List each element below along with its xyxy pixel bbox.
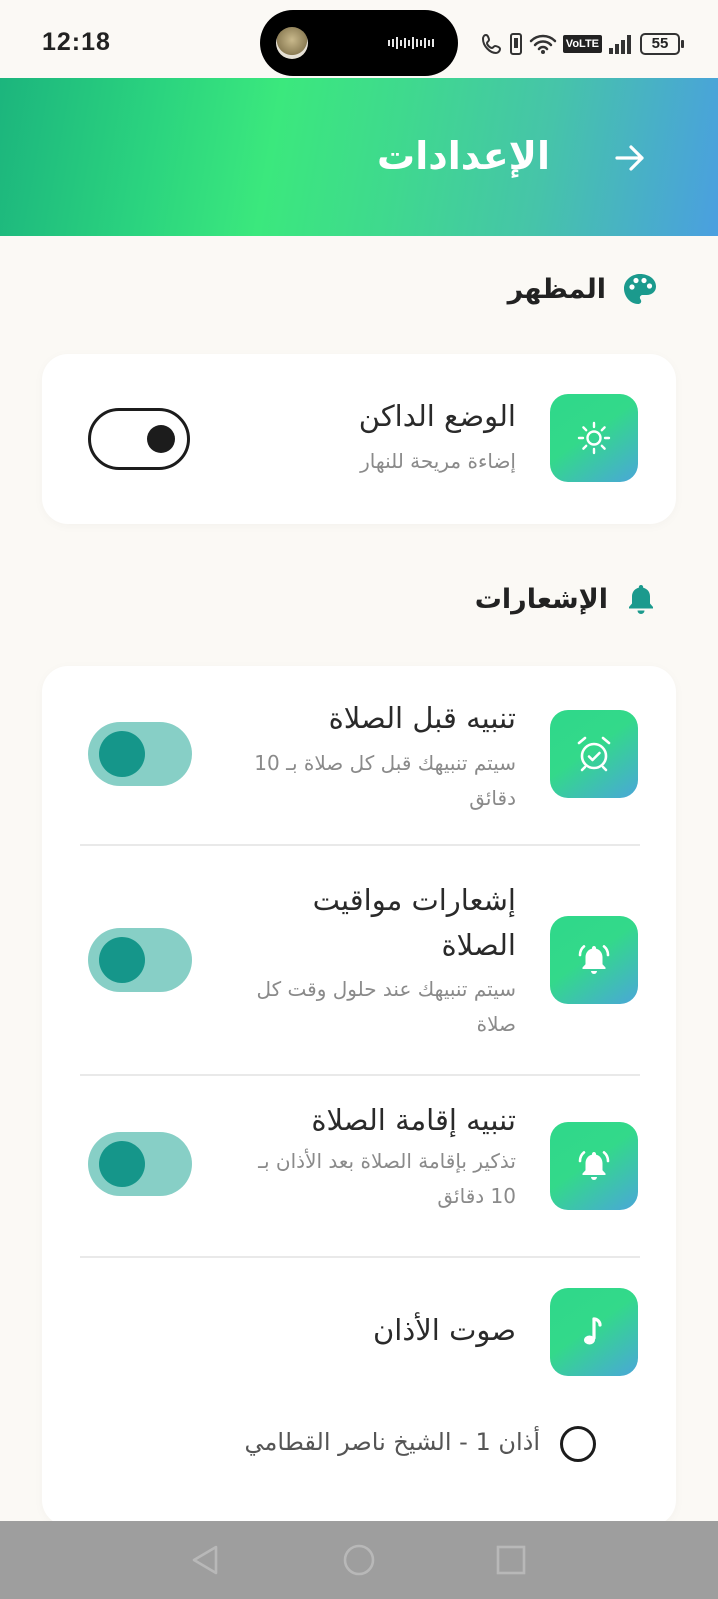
dynamic-island[interactable] xyxy=(260,10,458,76)
dark-mode-subtitle: إضاءة مريحة للنهار xyxy=(360,449,516,473)
audio-wave-icon xyxy=(388,37,434,49)
dark-mode-toggle[interactable] xyxy=(88,408,190,470)
music-note-icon xyxy=(584,1317,602,1345)
status-bar: 12:18 VoLTE 55 xyxy=(0,0,718,78)
notification-toggle[interactable] xyxy=(88,722,192,786)
dark-mode-icon-tile xyxy=(550,394,638,482)
notification-subtitle: سيتم تنبيهك قبل كل صلاة بـ 10 دقائق xyxy=(254,751,516,810)
notification-row[interactable]: تنبيه إقامة الصلاة تذكير بإقامة الصلاة ب… xyxy=(42,1076,676,1256)
appearance-card: الوضع الداكن إضاءة مريحة للنهار xyxy=(42,354,676,524)
volte-badge: VoLTE xyxy=(562,35,602,53)
call-icon xyxy=(481,33,501,55)
adhan-option-radio[interactable] xyxy=(560,1426,596,1462)
adhan-sound-title: صوت الأذان xyxy=(373,1313,516,1347)
toggle-knob xyxy=(147,425,175,453)
section-appearance: المظهر xyxy=(508,272,658,306)
media-thumbnail xyxy=(276,27,308,59)
notification-subtitle: تذكير بإقامة الصلاة بعد الأذان بـ 10 دقا… xyxy=(258,1149,516,1208)
bell-ringing-icon xyxy=(578,945,610,974)
wifi-icon xyxy=(529,34,557,54)
status-icons: VoLTE 55 xyxy=(481,30,684,58)
nav-recents-icon[interactable] xyxy=(494,1543,528,1577)
notification-title: تنبيه قبل الصلاة xyxy=(328,701,516,735)
notification-toggle[interactable] xyxy=(88,928,192,992)
arrow-right-icon xyxy=(615,145,644,171)
page-title: الإعدادات xyxy=(377,134,550,178)
bell-icon xyxy=(629,585,653,614)
dark-mode-title: الوضع الداكن xyxy=(358,399,516,433)
signal-icon xyxy=(609,35,631,54)
notification-title: تنبيه إقامة الصلاة xyxy=(311,1103,516,1137)
nav-home-icon[interactable] xyxy=(342,1543,376,1577)
notification-toggle[interactable] xyxy=(88,1132,192,1196)
toggle-knob xyxy=(99,1141,145,1187)
notification-row[interactable]: إشعارات مواقيت الصلاة سيتم تنبيهك عند حل… xyxy=(42,846,676,1074)
sun-icon xyxy=(577,421,611,455)
notification-icon-tile xyxy=(550,916,638,1004)
vibrate-icon xyxy=(509,33,522,55)
toggle-knob xyxy=(99,731,145,777)
palette-icon xyxy=(624,274,656,304)
app-header: الإعدادات xyxy=(0,78,718,236)
toggle-knob xyxy=(99,937,145,983)
notification-icon-tile xyxy=(550,1122,638,1210)
notification-subtitle: سيتم تنبيهك عند حلول وقت كل صلاة xyxy=(256,977,516,1036)
battery-indicator: 55 xyxy=(640,33,684,55)
nav-back-icon[interactable] xyxy=(188,1543,222,1577)
adhan-option-label: أذان 1 - الشيخ ناصر القطامي xyxy=(244,1428,540,1456)
status-time: 12:18 xyxy=(42,28,111,56)
alarm-check-icon xyxy=(577,736,611,772)
adhan-option[interactable]: أذان 1 - الشيخ ناصر القطامي xyxy=(42,1394,676,1494)
notifications-card: تنبيه قبل الصلاة سيتم تنبيهك قبل كل صلاة… xyxy=(42,666,676,1526)
adhan-sound-icon-tile xyxy=(550,1288,638,1376)
bell-ringing-icon xyxy=(578,1151,610,1180)
system-nav-bar xyxy=(0,1521,718,1599)
notification-icon-tile xyxy=(550,710,638,798)
adhan-sound-row[interactable]: صوت الأذان xyxy=(42,1258,676,1394)
section-title-appearance: المظهر xyxy=(507,273,606,305)
notification-title: إشعارات مواقيت الصلاة xyxy=(312,883,516,962)
section-title-notifications: الإشعارات xyxy=(474,583,608,615)
back-button[interactable] xyxy=(608,136,652,180)
notification-row[interactable]: تنبيه قبل الصلاة سيتم تنبيهك قبل كل صلاة… xyxy=(42,666,676,844)
section-notifications: الإشعارات xyxy=(475,582,658,616)
dark-mode-row[interactable]: الوضع الداكن إضاءة مريحة للنهار xyxy=(42,354,676,524)
